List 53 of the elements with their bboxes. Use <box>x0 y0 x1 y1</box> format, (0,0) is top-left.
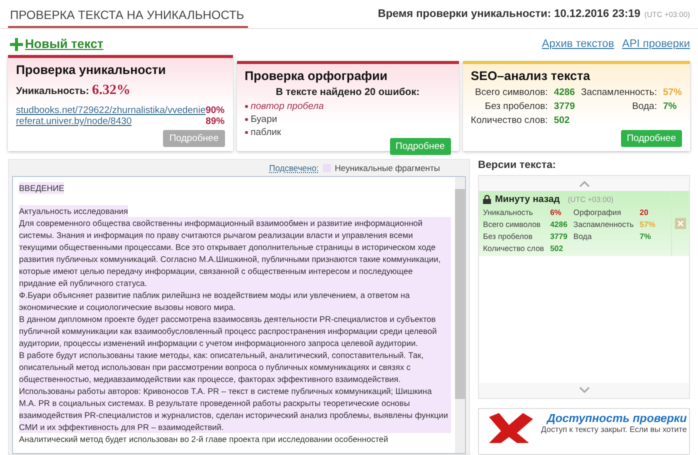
card-title: SEO–анализ текста <box>470 69 592 83</box>
text-paragraph: ВВЕДЕНИЕ <box>19 182 64 194</box>
legend-label: Неуникальные фрагменты <box>334 163 440 173</box>
stat-value: 57% <box>662 87 682 98</box>
stat-value: 4286 <box>554 87 575 98</box>
stat-label: Заспамленность: <box>580 87 657 98</box>
source-percent: 90% <box>206 105 225 116</box>
text-paragraph: В данном дипломном проекте будет рассмотрена взаимосвязь деятельности PR-специалистов и субъектов публичной коммуникации как взаимообусловленный процесс распространения информации среди целевой аудитории, процессы изменений информации с учетом информационного запроса целевой аудитории. <box>19 313 451 349</box>
card-title: Проверка уникальности <box>16 63 167 77</box>
close-icon[interactable] <box>675 218 686 229</box>
promo-title: Доступность проверки <box>545 412 687 425</box>
bullet-icon <box>244 118 248 121</box>
bullet-icon <box>244 105 248 108</box>
chevron-down-icon[interactable] <box>578 387 590 394</box>
new-text-link[interactable]: Новый текст <box>10 37 104 51</box>
stat-label: Всего символов: <box>474 87 548 98</box>
stat-value: 502 <box>554 115 571 126</box>
lock-icon <box>483 195 491 204</box>
source-link[interactable]: referat.univer.by/node/8430 <box>16 116 132 127</box>
bullet-icon <box>244 131 248 134</box>
text-paragraph: Использованы работы авторов: Кривоносов Т.А. PR – текст в системе публичных коммуникаций; Шишкина М.А. PR в социальных системах. В результате проведенной работы раскрыты теоретические основы взаимодействия PR-специалистов и журналистов, сделан исторический анализ проблемы, выявлены функции СМИ и их эффективность для PR – взаимодействий. <box>19 385 451 433</box>
nav-link[interactable]: Архив текстов <box>542 38 614 50</box>
uniqueness-label: Уникальность: <box>16 86 90 97</box>
scrollbar-thumb[interactable] <box>455 189 465 399</box>
error-summary: В тексте найдено 20 ошибок: <box>274 87 421 98</box>
error-item[interactable]: Буари <box>250 114 278 125</box>
promo-text: Доступ к тексту закрыт. Если вы хотите <box>541 424 687 434</box>
stat-value: 7% <box>662 101 678 112</box>
stat-label: Вода: <box>631 101 657 112</box>
text-paragraph: Аналитический метод будет использован во 2-й главе проекта при исследовании особенностей <box>19 433 388 445</box>
check-time: Время проверки уникальности: 10.12.2016 23:19 <box>378 8 640 20</box>
error-item[interactable]: паблик <box>250 127 282 138</box>
stat-label: Количество слов: <box>470 115 548 126</box>
plus-icon <box>10 38 23 50</box>
card-title: Проверка орфографии <box>244 69 388 83</box>
chevron-up-icon[interactable] <box>578 180 590 186</box>
versions-title: Версии текста: <box>478 159 557 171</box>
source-link[interactable]: studbooks.net/729622/zhurnalistika/vvedenie <box>16 105 206 116</box>
text-paragraph: В работе будут использованы такие методы, как: описательный, аналитический, сопоставительный. Так, описательный метод использован при рассмотрении вопроса о публичных коммуникациях и связях с общественностью, медиавзаимодействии как процессе, факторах эффективного взаимодействия. <box>19 349 451 385</box>
source-percent: 89% <box>206 116 225 127</box>
uniqueness-value: 6.32% <box>92 83 131 98</box>
nav-link[interactable]: API проверки <box>622 38 690 50</box>
text-paragraph: Ф.Буари объясняет развитие паблик рилейшнз не воздействием моды или увлечением, а ответом на экономические и социологические вызовы нового мира. <box>19 289 451 313</box>
details-button[interactable]: Подробнее <box>390 138 451 155</box>
text-paragraph: Для современного общества свойственны информационный взаимообмен и развитие информационной системы. Знания и информация по праву считаются рычагом реализации власти и управления всеми текущими общественными процессами. Все это открывает дополнительные страницы в историческом ходе развития публичных коммуникаций. Согласно М.А.Шишкиной, публичными признаются такие коммуникации, которые имеют целью передачу информации, связанной с общественным интересом и последующее придание ей публичного статуса. <box>19 217 451 289</box>
stat-label: Без пробелов: <box>484 101 548 112</box>
highlight-link[interactable]: Подсвечено: <box>269 163 319 173</box>
details-button[interactable]: Подробнее <box>620 130 682 147</box>
stat-value: 3779 <box>554 101 575 112</box>
text-paragraph: Актуальность исследования <box>19 205 128 217</box>
error-item[interactable]: повтор пробела <box>250 101 324 112</box>
version-title: Минуту назад <box>495 194 560 205</box>
page-title: ПРОВЕРКА ТЕКСТА НА УНИКАЛЬНОСТЬ <box>8 8 248 28</box>
